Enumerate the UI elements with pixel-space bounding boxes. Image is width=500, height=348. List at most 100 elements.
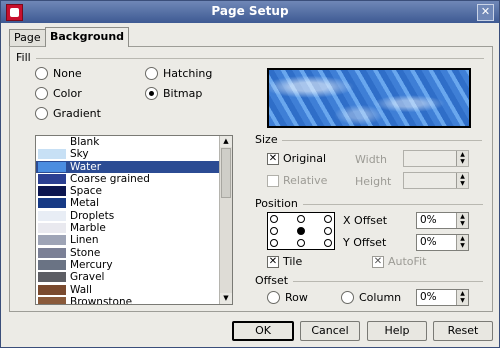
radio-dot xyxy=(35,107,48,120)
bitmap-swatch xyxy=(38,235,66,246)
list-scrollbar[interactable]: ▲ ▼ xyxy=(219,136,232,304)
width-label: Width xyxy=(355,153,387,166)
pos-center[interactable] xyxy=(297,227,305,235)
bitmap-swatch xyxy=(38,210,66,221)
ok-button[interactable]: OK xyxy=(232,321,294,341)
bitmap-list[interactable]: Blank Sky Water Coarse grained Space Metal Dro… xyxy=(35,135,233,305)
fill-bitmap-radio[interactable]: Bitmap xyxy=(145,87,202,100)
relative-checkbox[interactable]: Relative xyxy=(267,174,327,187)
x-offset-spinbox[interactable]: 0% ▲ ▼ xyxy=(416,212,469,229)
list-item[interactable]: Water xyxy=(36,160,232,173)
height-label: Height xyxy=(355,175,392,188)
bitmap-swatch xyxy=(38,186,66,197)
size-group-label: Size xyxy=(255,133,278,146)
list-item[interactable]: Metal xyxy=(36,197,232,209)
bitmap-name: Sky xyxy=(70,148,89,161)
list-item[interactable]: Marble xyxy=(36,222,232,234)
offset-column-radio[interactable]: Column xyxy=(341,291,401,304)
radio-dot-selected xyxy=(145,87,158,100)
title-bar: Page Setup ✕ xyxy=(1,1,499,23)
pos-bottom-right[interactable] xyxy=(324,239,332,247)
offset-spinbox[interactable]: 0% ▲ ▼ xyxy=(416,289,469,306)
fill-none-radio[interactable]: None xyxy=(35,67,82,80)
list-item[interactable]: Space xyxy=(36,185,232,197)
bitmap-name: Droplets xyxy=(70,209,115,222)
list-item[interactable]: Blank xyxy=(36,136,232,148)
list-item[interactable]: Coarse grained xyxy=(36,173,232,185)
spin-arrows-icon[interactable]: ▲ ▼ xyxy=(456,235,468,250)
list-item[interactable]: Wall xyxy=(36,284,232,296)
fill-color-radio[interactable]: Color xyxy=(35,87,82,100)
fill-gradient-radio[interactable]: Gradient xyxy=(35,107,101,120)
tile-checkbox[interactable]: ✕ Tile xyxy=(267,255,302,268)
tab-background[interactable]: Background xyxy=(45,27,130,47)
radio-dot xyxy=(267,291,280,304)
height-spinbox[interactable]: ▲ ▼ xyxy=(403,172,469,189)
checkbox-box xyxy=(267,174,279,187)
bitmap-name: Linen xyxy=(70,234,99,247)
bitmap-swatch xyxy=(38,296,66,304)
fill-hatching-radio[interactable]: Hatching xyxy=(145,67,212,80)
window-title: Page Setup xyxy=(211,4,289,18)
list-item[interactable]: Mercury xyxy=(36,259,232,271)
radio-dot xyxy=(145,67,158,80)
bitmap-preview xyxy=(267,68,471,128)
bitmap-name: Water xyxy=(70,160,102,173)
bitmap-swatch xyxy=(38,161,66,172)
bitmap-name: Gravel xyxy=(70,271,105,284)
spin-arrows-icon[interactable]: ▲ ▼ xyxy=(456,151,468,166)
pos-bottom-center[interactable] xyxy=(297,239,305,247)
pos-top-left[interactable] xyxy=(270,215,278,223)
bitmap-name: Wall xyxy=(70,283,92,296)
fill-group-label: Fill xyxy=(16,51,31,64)
spin-arrows-icon[interactable]: ▲ ▼ xyxy=(456,213,468,228)
bitmap-name: Blank xyxy=(70,136,100,148)
bitmap-swatch xyxy=(38,247,66,258)
width-spinbox[interactable]: ▲ ▼ xyxy=(403,150,469,167)
list-item[interactable]: Sky xyxy=(36,148,232,160)
pos-bottom-left[interactable] xyxy=(270,239,278,247)
checkbox-box: ✕ xyxy=(267,152,279,165)
reset-button[interactable]: Reset xyxy=(433,321,493,341)
bitmap-swatch xyxy=(38,149,66,160)
fill-separator xyxy=(36,58,484,59)
page-setup-dialog: Page Setup ✕ Page Background Fill None C… xyxy=(0,0,500,348)
autofit-checkbox[interactable]: ✕ AutoFit xyxy=(372,255,426,268)
scroll-down-icon[interactable]: ▼ xyxy=(220,293,232,304)
spin-arrows-icon[interactable]: ▲ ▼ xyxy=(456,290,468,305)
cancel-button[interactable]: Cancel xyxy=(300,321,360,341)
bitmap-swatch xyxy=(38,272,66,283)
scroll-up-icon[interactable]: ▲ xyxy=(220,136,232,147)
pos-top-center[interactable] xyxy=(297,215,305,223)
bitmap-rows: Blank Sky Water Coarse grained Space Metal Dro… xyxy=(36,136,232,304)
spin-arrows-icon[interactable]: ▲ ▼ xyxy=(456,173,468,188)
close-icon[interactable]: ✕ xyxy=(477,4,494,21)
bitmap-swatch xyxy=(38,198,66,209)
list-item[interactable]: Droplets xyxy=(36,210,232,222)
help-button[interactable]: Help xyxy=(367,321,427,341)
position-picker[interactable] xyxy=(267,212,335,250)
position-group-label: Position xyxy=(255,197,298,210)
offset-group-label: Offset xyxy=(255,274,289,287)
list-item[interactable]: Linen xyxy=(36,234,232,246)
y-offset-label: Y Offset xyxy=(343,236,387,249)
list-item[interactable]: Gravel xyxy=(36,271,232,283)
bitmap-swatch xyxy=(38,173,66,184)
pos-middle-right[interactable] xyxy=(324,227,332,235)
tab-page[interactable]: Page xyxy=(9,29,46,46)
list-item[interactable]: Brownstone xyxy=(36,296,232,304)
offset-separator xyxy=(293,281,483,282)
radio-dot xyxy=(35,87,48,100)
pos-top-right[interactable] xyxy=(324,215,332,223)
list-item[interactable]: Stone xyxy=(36,247,232,259)
scroll-thumb[interactable] xyxy=(221,148,231,198)
bitmap-name: Mercury xyxy=(70,258,113,271)
bitmap-swatch xyxy=(38,284,66,295)
size-separator xyxy=(282,140,482,141)
pos-middle-left[interactable] xyxy=(270,227,278,235)
radio-dot xyxy=(35,67,48,80)
bitmap-swatch xyxy=(38,259,66,270)
offset-row-radio[interactable]: Row xyxy=(267,291,308,304)
original-checkbox[interactable]: ✕ Original xyxy=(267,152,326,165)
y-offset-spinbox[interactable]: 0% ▲ ▼ xyxy=(416,234,469,251)
